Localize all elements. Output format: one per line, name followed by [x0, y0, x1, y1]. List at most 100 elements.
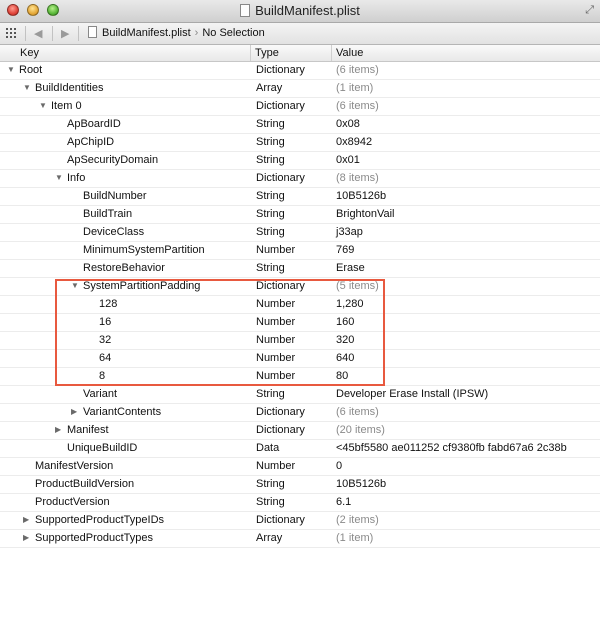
row-type[interactable]: Dictionary [256, 64, 305, 76]
row-type[interactable]: String [256, 208, 285, 220]
row-type[interactable]: String [256, 226, 285, 238]
related-items-icon[interactable] [6, 28, 18, 38]
row-value[interactable]: (1 item) [336, 532, 373, 544]
row-key[interactable]: Root [19, 64, 42, 76]
column-divider[interactable] [250, 45, 251, 61]
plist-row[interactable]: BuildNumber String 10B5126b [0, 188, 600, 206]
row-value[interactable]: 0x01 [336, 154, 360, 166]
row-type[interactable]: Number [256, 244, 295, 256]
row-key[interactable]: MinimumSystemPartition [83, 244, 205, 256]
row-value[interactable]: 769 [336, 244, 354, 256]
row-type[interactable]: String [256, 136, 285, 148]
fullscreen-icon[interactable]: ⤢ [585, 4, 594, 17]
row-type[interactable]: String [256, 496, 285, 508]
row-key[interactable]: Info [67, 172, 85, 184]
plist-row[interactable]: Variant String Developer Erase Install (IP… [0, 386, 600, 404]
row-key[interactable]: BuildIdentities [35, 82, 104, 94]
row-value[interactable]: 10B5126b [336, 478, 386, 490]
row-type[interactable]: Data [256, 442, 279, 454]
row-value[interactable]: <45bf5580 ae011252 cf9380fb fabd67a6 2c3… [336, 442, 567, 454]
row-type[interactable]: Number [256, 316, 295, 328]
row-key[interactable]: 64 [99, 352, 111, 364]
plist-row[interactable]: 8 Number 80 [0, 368, 600, 386]
row-value[interactable]: 160 [336, 316, 354, 328]
plist-row[interactable]: ▼ SystemPartitionPadding Dictionary (5 item… [0, 278, 600, 296]
row-value[interactable]: 320 [336, 334, 354, 346]
plist-row[interactable]: RestoreBehavior String Erase [0, 260, 600, 278]
row-value[interactable]: (20 items) [336, 424, 385, 436]
row-type[interactable]: Array [256, 82, 282, 94]
row-type[interactable]: Number [256, 370, 295, 382]
row-type[interactable]: String [256, 118, 285, 130]
row-type[interactable]: Number [256, 298, 295, 310]
row-type[interactable]: String [256, 262, 285, 274]
row-key[interactable]: ProductBuildVersion [35, 478, 134, 490]
plist-row[interactable]: ▶ VariantContents Dictionary (6 items) [0, 404, 600, 422]
row-type[interactable]: Number [256, 460, 295, 472]
row-value[interactable]: (2 items) [336, 514, 379, 526]
disclosure-closed-icon[interactable]: ▶ [55, 425, 61, 434]
row-key[interactable]: ApSecurityDomain [67, 154, 158, 166]
plist-row[interactable]: 64 Number 640 [0, 350, 600, 368]
row-type[interactable]: Dictionary [256, 424, 305, 436]
plist-row[interactable]: DeviceClass String j33ap [0, 224, 600, 242]
disclosure-open-icon[interactable]: ▼ [7, 65, 15, 74]
disclosure-closed-icon[interactable]: ▶ [23, 533, 29, 542]
row-key[interactable]: ProductVersion [35, 496, 110, 508]
row-type[interactable]: Dictionary [256, 514, 305, 526]
plist-row[interactable]: MinimumSystemPartition Number 769 [0, 242, 600, 260]
plist-row[interactable]: ▶ SupportedProductTypeIDs Dictionary (2 ite… [0, 512, 600, 530]
plist-row[interactable]: ▼ Item 0 Dictionary (6 items) [0, 98, 600, 116]
row-value[interactable]: (6 items) [336, 64, 379, 76]
row-key[interactable]: SupportedProductTypes [35, 532, 153, 544]
row-value[interactable]: (5 items) [336, 280, 379, 292]
row-value[interactable]: (8 items) [336, 172, 379, 184]
forward-arrow-icon[interactable]: ▶ [61, 27, 69, 40]
breadcrumb-file[interactable]: BuildManifest.plist [88, 26, 191, 39]
row-type[interactable]: Number [256, 352, 295, 364]
row-key[interactable]: 128 [99, 298, 117, 310]
plist-row[interactable]: ▼ Info Dictionary (8 items) [0, 170, 600, 188]
row-type[interactable]: String [256, 478, 285, 490]
row-key[interactable]: Variant [83, 388, 117, 400]
row-key[interactable]: SystemPartitionPadding [83, 280, 200, 292]
row-key[interactable]: RestoreBehavior [83, 262, 165, 274]
plist-row[interactable]: ▼ BuildIdentities Array (1 item) [0, 80, 600, 98]
row-value[interactable]: 80 [336, 370, 348, 382]
breadcrumb-selection[interactable]: No Selection [202, 27, 264, 39]
row-type[interactable]: Array [256, 532, 282, 544]
row-key[interactable]: 16 [99, 316, 111, 328]
row-key[interactable]: ApChipID [67, 136, 114, 148]
row-value[interactable]: 6.1 [336, 496, 351, 508]
back-arrow-icon[interactable]: ◀ [34, 27, 42, 40]
row-key[interactable]: VariantContents [83, 406, 161, 418]
row-value[interactable]: BrightonVail [336, 208, 395, 220]
plist-row[interactable]: 128 Number 1,280 [0, 296, 600, 314]
row-value[interactable]: 0x08 [336, 118, 360, 130]
row-value[interactable]: 0 [336, 460, 342, 472]
row-type[interactable]: String [256, 388, 285, 400]
row-value[interactable]: 640 [336, 352, 354, 364]
column-value[interactable]: Value [336, 47, 363, 59]
disclosure-open-icon[interactable]: ▼ [55, 173, 63, 182]
disclosure-closed-icon[interactable]: ▶ [71, 407, 77, 416]
plist-row[interactable]: UniqueBuildID Data <45bf5580 ae011252 cf93… [0, 440, 600, 458]
row-value[interactable]: (6 items) [336, 406, 379, 418]
row-type[interactable]: Dictionary [256, 406, 305, 418]
row-key[interactable]: ManifestVersion [35, 460, 113, 472]
plist-row[interactable]: 32 Number 320 [0, 332, 600, 350]
disclosure-open-icon[interactable]: ▼ [23, 83, 31, 92]
row-value[interactable]: Erase [336, 262, 365, 274]
plist-row[interactable]: ProductBuildVersion String 10B5126b [0, 476, 600, 494]
row-value[interactable]: 0x8942 [336, 136, 372, 148]
row-key[interactable]: Item 0 [51, 100, 82, 112]
row-type[interactable]: Dictionary [256, 280, 305, 292]
row-value[interactable]: (1 item) [336, 82, 373, 94]
plist-row[interactable]: ApSecurityDomain String 0x01 [0, 152, 600, 170]
row-key[interactable]: BuildTrain [83, 208, 132, 220]
plist-row[interactable]: ManifestVersion Number 0 [0, 458, 600, 476]
plist-row[interactable]: 16 Number 160 [0, 314, 600, 332]
plist-row[interactable]: BuildTrain String BrightonVail [0, 206, 600, 224]
plist-row[interactable]: ▶ Manifest Dictionary (20 items) [0, 422, 600, 440]
plist-row[interactable]: ▼ Root Dictionary (6 items) [0, 62, 600, 80]
